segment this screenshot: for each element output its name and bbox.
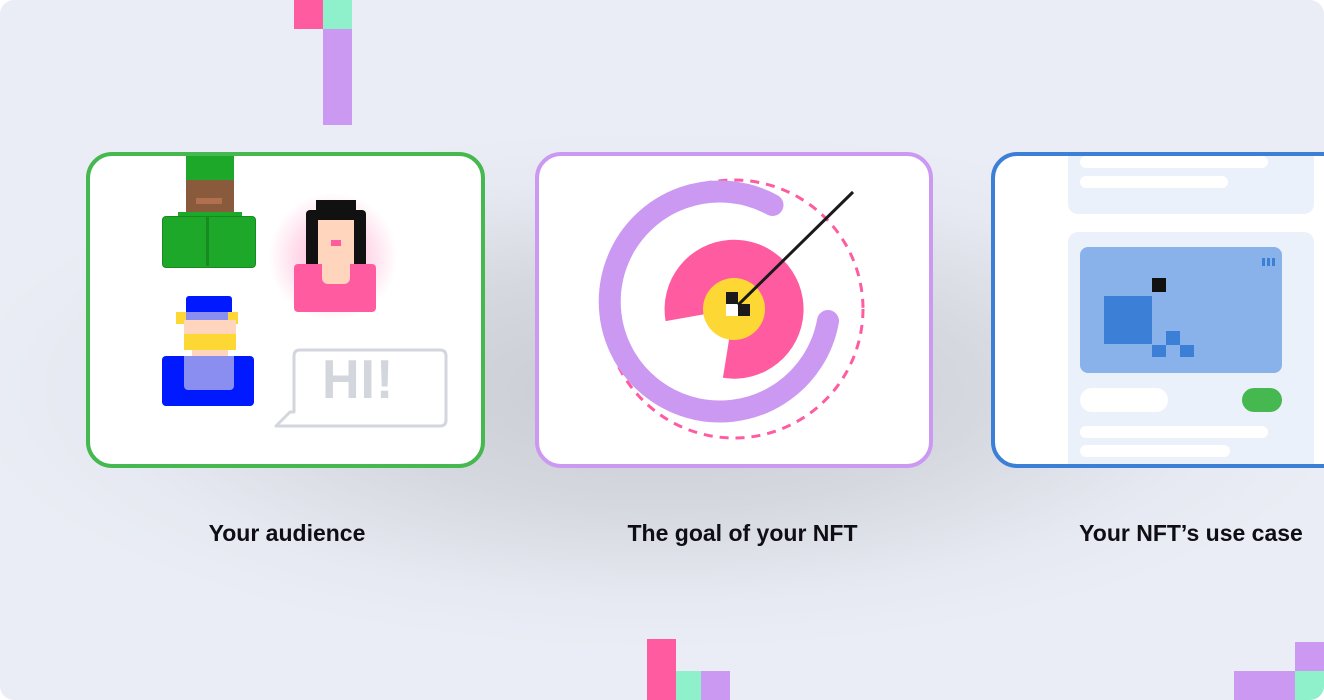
caption-use-case: Your NFT’s use case: [1079, 520, 1303, 546]
list-panel-top: [1068, 156, 1314, 214]
speech-bubble-text: HI!: [322, 349, 395, 411]
avatar-green-hat: [162, 156, 258, 268]
avatar-blue-cap: [162, 296, 258, 408]
price-pill: [1080, 388, 1168, 412]
audience-card[interactable]: HI!: [86, 152, 485, 468]
speech-bubble: HI!: [272, 348, 448, 430]
goal-card[interactable]: [535, 152, 933, 468]
target-illustration: [598, 178, 865, 440]
caption-goal: The goal of your NFT: [627, 520, 858, 546]
avatar-pink: [294, 200, 378, 312]
nft-item-panel: [1068, 232, 1314, 464]
nft-image: [1080, 247, 1282, 373]
caption-audience: Your audience: [208, 520, 366, 546]
status-toggle[interactable]: [1242, 388, 1282, 412]
canvas: HI! Your audience The goal of your NFT Y…: [0, 0, 1324, 700]
use-case-card[interactable]: [991, 152, 1324, 468]
